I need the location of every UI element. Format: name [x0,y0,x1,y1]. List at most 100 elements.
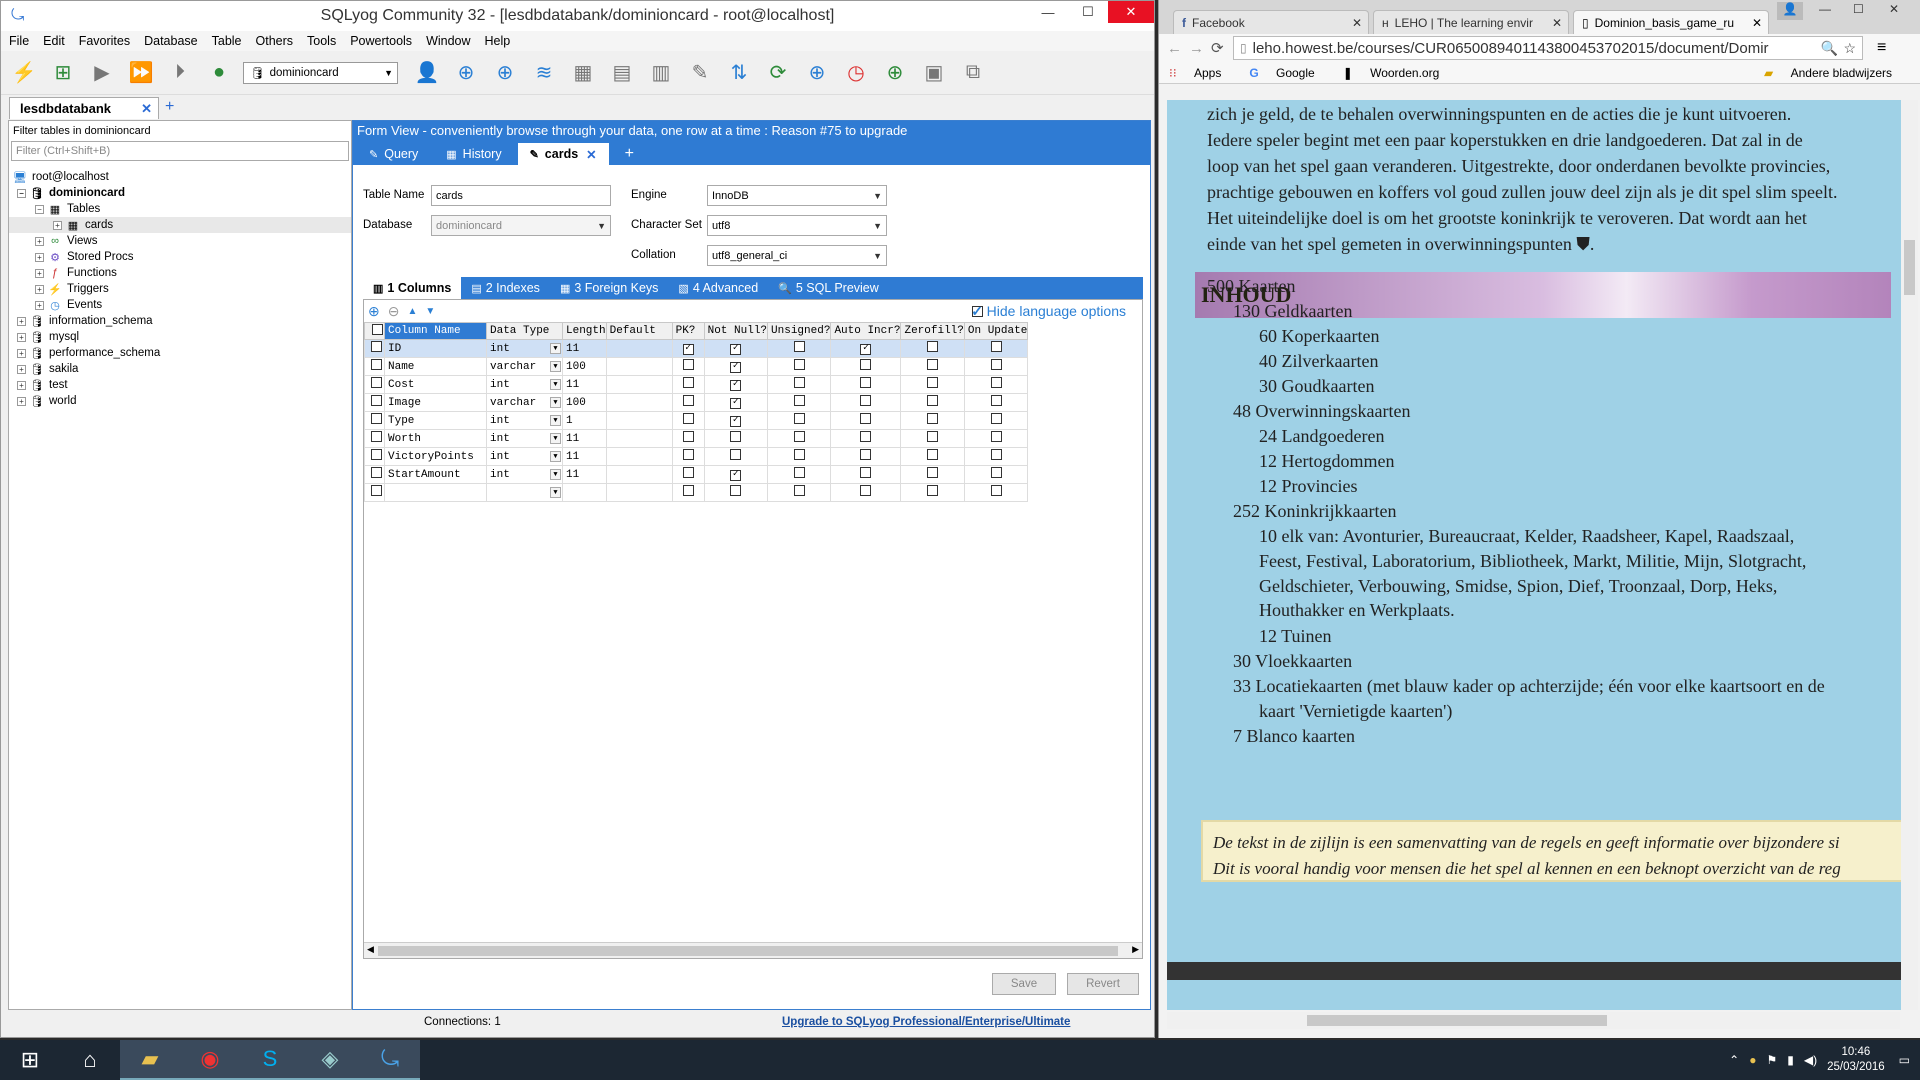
sqlyog-icon[interactable]: ⤿ [360,1040,420,1080]
not-null-cell[interactable] [703,429,769,448]
menu-others[interactable]: Others [256,34,294,48]
not-null-cell[interactable]: ✓ [703,393,769,412]
on-update-checkbox[interactable] [990,377,1002,388]
auto-incr-checkbox[interactable] [860,359,872,370]
create-table-icon[interactable]: ⊕ [490,58,520,88]
menu-help[interactable]: Help [485,34,511,48]
horizontal-scrollbar[interactable] [1167,1012,1900,1029]
zerofill-cell[interactable] [900,429,965,448]
move-up-icon[interactable]: ▲ [407,306,417,317]
forward-icon[interactable]: → [1189,40,1211,57]
clock[interactable]: 10:46 25/03/2016 [1827,1045,1885,1075]
auto-incr-checkbox[interactable] [860,377,872,388]
length-cell[interactable] [562,483,607,502]
tree-db-sakila[interactable]: + 🛢 sakila [9,361,351,377]
close-icon[interactable]: ✕ [1752,16,1762,30]
schema-icon[interactable]: ▤ [607,58,637,88]
header-not-null[interactable]: Not Null? [703,322,769,340]
maximize-button[interactable]: ☐ [1853,2,1864,16]
tree-procs[interactable]: + ⚙ Stored Procs [9,249,351,265]
zerofill-checkbox[interactable] [927,395,939,406]
database-sync-icon[interactable]: ≋ [529,58,559,88]
volume-icon[interactable]: ◀) [1804,1053,1817,1067]
header-default[interactable]: Default [605,322,673,340]
save-button[interactable]: Save [992,973,1056,995]
revert-button[interactable]: Revert [1067,973,1139,995]
length-cell[interactable]: 11 [562,447,607,466]
zerofill-checkbox[interactable] [927,431,939,442]
table-data-icon[interactable]: ▦ [568,58,598,88]
on-update-checkbox[interactable] [990,467,1002,478]
zerofill-cell[interactable] [900,411,965,430]
default-cell[interactable] [605,357,673,376]
not-null-checkbox[interactable]: ✓ [730,379,742,391]
expand-icon[interactable]: + [35,252,44,262]
row-select-cell[interactable] [364,465,385,484]
chevron-down-icon[interactable]: ▼ [550,469,561,480]
scroll-right-icon[interactable]: ▶ [1132,944,1139,955]
row-select-checkbox[interactable] [371,485,382,496]
scrollbar-thumb[interactable] [378,946,1118,956]
pk-checkbox[interactable] [682,359,694,370]
row-select-cell[interactable] [364,483,385,502]
notification-icon[interactable]: ▣ [919,58,949,88]
row-select-cell[interactable] [364,411,385,430]
connection-tab[interactable]: lesdbdatabank ✕ [9,97,159,119]
expand-icon[interactable]: + [17,380,26,390]
header-unsigned[interactable]: Unsigned? [767,322,832,340]
auto-incr-cell[interactable] [830,483,902,502]
row-select-cell[interactable] [364,393,385,412]
reload-icon[interactable]: ⟳ [1211,39,1233,57]
pk-cell[interactable] [671,483,705,502]
home-icon[interactable]: ⌂ [60,1040,120,1080]
data-type-cell[interactable]: varchar ▼ [486,357,563,376]
hide-language-toggle[interactable]: ✓ Hide language options [971,303,1134,319]
pk-cell[interactable] [671,465,705,484]
menu-database[interactable]: Database [144,34,198,48]
browser-tab-facebook[interactable]: f Facebook ✕ [1173,10,1369,34]
file-explorer-icon[interactable]: ▰ [120,1040,180,1080]
expand-icon[interactable]: + [35,236,44,246]
auto-incr-checkbox[interactable] [860,395,872,406]
unsigned-checkbox[interactable] [793,485,805,496]
not-null-checkbox[interactable]: ✓ [730,415,742,427]
table-row[interactable]: Name varchar ▼ 100 ✓ [364,357,1029,376]
row-select-checkbox[interactable] [371,377,382,388]
table-row[interactable]: Worth int ▼ 11 [364,429,1029,448]
data-type-cell[interactable]: int ▼ [486,339,563,358]
auto-incr-cell[interactable] [830,375,902,394]
browser-tab-leho[interactable]: ʜ LEHO | The learning envir ✕ [1373,10,1569,34]
on-update-cell[interactable] [963,447,1029,466]
unsigned-checkbox[interactable] [793,467,805,478]
pk-checkbox[interactable]: ✓ [682,343,694,355]
chevron-down-icon[interactable]: ▼ [550,361,561,372]
on-update-cell[interactable] [963,339,1029,358]
tree-root[interactable]: 🖥 root@localhost [9,169,351,185]
on-update-checkbox[interactable] [990,341,1002,352]
auto-incr-checkbox[interactable]: ✓ [860,343,872,355]
default-cell[interactable] [605,393,673,412]
menu-table[interactable]: Table [212,34,242,48]
menu-powertools[interactable]: Powertools [350,34,412,48]
chrome-icon[interactable]: ◉ [180,1040,240,1080]
expand-icon[interactable]: + [17,316,26,326]
on-update-checkbox[interactable] [990,431,1002,442]
unsigned-checkbox[interactable] [793,377,805,388]
refresh-db-icon[interactable]: ● [204,58,234,88]
not-null-checkbox[interactable]: ✓ [730,361,742,373]
virtualbox-icon[interactable]: ◈ [300,1040,360,1080]
url-input[interactable]: ▯ leho.howest.be/courses/CUR065008940114… [1233,36,1863,60]
zerofill-checkbox[interactable] [927,485,939,496]
tab-advanced[interactable]: ▧ 4 Advanced [668,277,768,299]
unsigned-cell[interactable] [767,465,832,484]
tray-app-icon[interactable]: ● [1749,1053,1756,1067]
unsigned-cell[interactable] [767,393,832,412]
table-name-input[interactable]: cards [431,185,611,206]
menu-file[interactable]: File [9,34,29,48]
pk-cell[interactable] [671,357,705,376]
expand-icon[interactable]: + [35,300,44,310]
tree-db-performance-schema[interactable]: + 🛢 performance_schema [9,345,351,361]
auto-incr-cell[interactable] [830,465,902,484]
add-connection-icon[interactable]: + [165,98,174,116]
row-select-checkbox[interactable] [371,359,382,370]
